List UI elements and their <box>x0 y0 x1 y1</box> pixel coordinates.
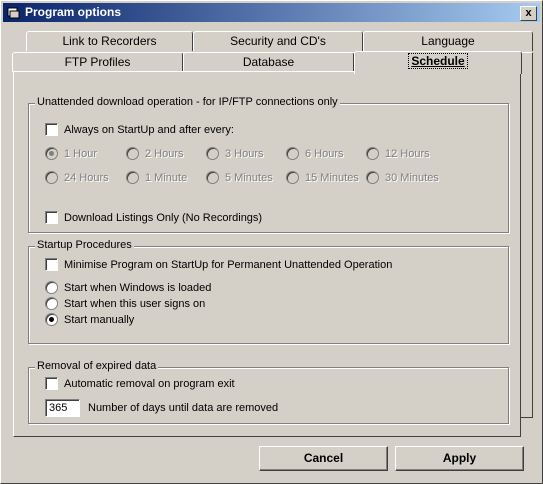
tab-label: Link to Recorders <box>62 34 157 48</box>
interval-label: 3 Hours <box>225 147 264 160</box>
auto-removal-row[interactable]: Automatic removal on program exit <box>45 377 235 390</box>
interval-label: 5 Minutes <box>225 171 273 184</box>
close-button[interactable]: x <box>520 6 537 21</box>
always-label: Always on StartUp and after every: <box>64 123 234 136</box>
interval-radio[interactable] <box>206 171 219 184</box>
download-only-checkbox[interactable] <box>45 211 58 224</box>
always-checkbox-row[interactable]: Always on StartUp and after every: <box>45 123 234 136</box>
start-windows-radio[interactable] <box>45 281 58 294</box>
interval-label: 15 Minutes <box>305 171 359 184</box>
tab-label: Language <box>421 34 475 48</box>
minimise-label: Minimise Program on StartUp for Permanen… <box>64 258 393 271</box>
interval-radio[interactable] <box>206 147 219 160</box>
minimise-row[interactable]: Minimise Program on StartUp for Permanen… <box>45 258 392 271</box>
interval-3-hours[interactable]: 3 Hours <box>206 147 264 160</box>
tab-label: FTP Profiles <box>64 55 131 69</box>
always-checkbox[interactable] <box>45 123 58 136</box>
interval-radio[interactable] <box>45 147 58 160</box>
tab-label: Database <box>242 55 295 69</box>
interval-radio[interactable] <box>366 147 379 160</box>
start-user-option[interactable]: Start when this user signs on <box>45 297 205 310</box>
start-option-label: Start manually <box>64 313 135 326</box>
start-windows-option[interactable]: Start when Windows is loaded <box>45 281 211 294</box>
interval-5-minutes[interactable]: 5 Minutes <box>206 171 273 184</box>
interval-radio[interactable] <box>286 147 299 160</box>
interval-label: 1 Hour <box>64 147 98 160</box>
app-icon <box>7 7 20 19</box>
interval-12-hours[interactable]: 12 Hours <box>366 147 430 160</box>
schedule-panel: Unattended download operation - for IP/F… <box>13 71 521 437</box>
download-only-label: Download Listings Only (No Recordings) <box>64 211 263 224</box>
interval-2-hours[interactable]: 2 Hours <box>126 147 184 160</box>
start-user-radio[interactable] <box>45 297 58 310</box>
startup-group: Startup Procedures Minimise Program on S… <box>28 239 509 344</box>
interval-radio[interactable] <box>286 171 299 184</box>
auto-removal-label: Automatic removal on program exit <box>64 377 235 390</box>
start-option-label: Start when this user signs on <box>64 297 206 310</box>
interval-label: 30 Minutes <box>385 171 439 184</box>
removal-group: Removal of expired data Automatic remova… <box>28 360 509 424</box>
days-row: 365 Number of days until data are remove… <box>45 399 278 417</box>
start-option-label: Start when Windows is loaded <box>64 281 212 294</box>
tab-label: Security and CD's <box>230 34 326 48</box>
minimise-checkbox[interactable] <box>45 258 58 271</box>
interval-15-minutes[interactable]: 15 Minutes <box>286 171 359 184</box>
removal-legend: Removal of expired data <box>35 360 159 372</box>
tab-schedule[interactable]: Schedule <box>354 51 522 74</box>
interval-radio[interactable] <box>45 171 58 184</box>
interval-6-hours[interactable]: 6 Hours <box>286 147 344 160</box>
interval-24-hours[interactable]: 24 Hours <box>45 171 109 184</box>
program-options-window: Program options x Link to Recorders Secu… <box>0 0 543 484</box>
interval-label: 1 Minute <box>145 171 188 184</box>
start-manually-radio[interactable] <box>45 313 58 326</box>
unattended-legend: Unattended download operation - for IP/F… <box>35 96 340 108</box>
tab-label: Schedule <box>408 53 468 69</box>
start-manually-option[interactable]: Start manually <box>45 313 134 326</box>
interval-label: 12 Hours <box>385 147 430 160</box>
tab-security-and-cds[interactable]: Security and CD's <box>193 31 363 51</box>
interval-radio[interactable] <box>366 171 379 184</box>
days-label: Number of days until data are removed <box>88 402 279 414</box>
unattended-group: Unattended download operation - for IP/F… <box>28 96 509 233</box>
auto-removal-checkbox[interactable] <box>45 377 58 390</box>
tab-language[interactable]: Language <box>363 31 533 51</box>
interval-label: 24 Hours <box>64 171 109 184</box>
apply-button[interactable]: Apply <box>395 446 524 471</box>
window-title: Program options <box>25 5 122 19</box>
interval-label: 2 Hours <box>145 147 184 160</box>
tab-link-to-recorders[interactable]: Link to Recorders <box>26 31 193 51</box>
tab-ftp-profiles[interactable]: FTP Profiles <box>12 52 183 72</box>
days-input[interactable]: 365 <box>45 399 80 417</box>
interval-1-minute[interactable]: 1 Minute <box>126 171 187 184</box>
interval-radio[interactable] <box>126 147 139 160</box>
interval-1-hour[interactable]: 1 Hour <box>45 147 97 160</box>
interval-label: 6 Hours <box>305 147 344 160</box>
cancel-button[interactable]: Cancel <box>259 446 388 471</box>
interval-radio[interactable] <box>126 171 139 184</box>
tab-database[interactable]: Database <box>183 52 354 72</box>
interval-30-minutes[interactable]: 30 Minutes <box>366 171 439 184</box>
startup-legend: Startup Procedures <box>35 239 134 251</box>
download-only-row[interactable]: Download Listings Only (No Recordings) <box>45 211 262 224</box>
title-bar[interactable]: Program options x <box>3 3 540 22</box>
